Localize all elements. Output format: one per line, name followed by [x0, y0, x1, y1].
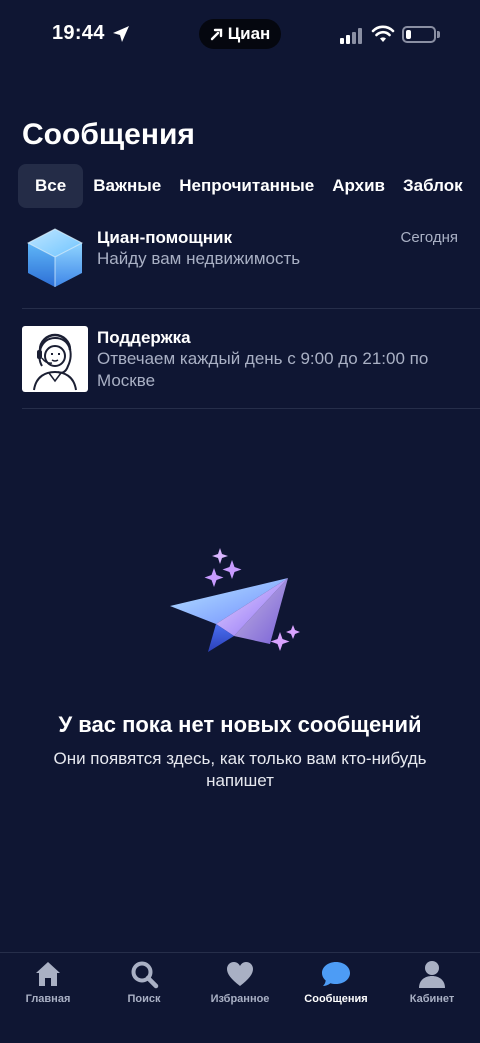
status-bar: 19:44 Циан [0, 0, 480, 70]
search-icon [131, 961, 159, 989]
home-icon [36, 962, 60, 986]
nav-label: Избранное [210, 993, 270, 1005]
location-arrow-icon [113, 26, 129, 42]
tab-important[interactable]: Важные [84, 164, 170, 208]
cellular-signal-icon [340, 28, 362, 44]
empty-state-subtitle: Они появятся здесь, как только вам кто-н… [53, 749, 427, 790]
chat-name: Поддержка [97, 328, 191, 347]
battery-icon [402, 26, 436, 43]
nav-search[interactable]: Поиск [96, 959, 192, 1005]
empty-state-title: У вас пока нет новых сообщений [58, 712, 422, 737]
chat-preview: Отвечаем каждый день с 9:00 до 21:00 по … [97, 349, 429, 390]
cian-app-pill[interactable]: Циан [199, 19, 281, 49]
divider [22, 308, 480, 309]
chat-bubble-icon [322, 962, 350, 986]
user-icon [419, 961, 445, 988]
nav-label: Главная [25, 993, 71, 1005]
tab-archive[interactable]: Архив [323, 164, 394, 208]
tab-unread[interactable]: Непрочитанные [170, 164, 323, 208]
tab-all[interactable]: Все [18, 164, 84, 208]
status-time: 19:44 [52, 22, 105, 44]
nav-label: Сообщения [304, 993, 368, 1005]
back-arrow-icon [210, 28, 222, 41]
heart-icon [227, 962, 253, 986]
nav-home[interactable]: Главная [0, 959, 96, 1005]
nav-label: Поиск [127, 993, 161, 1005]
battery-tip [437, 31, 440, 38]
wifi-icon [371, 25, 395, 42]
nav-messages[interactable]: Сообщения [288, 959, 384, 1005]
cube-icon [26, 228, 84, 287]
bottom-nav: Главная Поиск Избранное Сообщения Кабине… [0, 952, 480, 1043]
nav-label: Кабинет [409, 993, 455, 1005]
chat-item-support[interactable]: Поддержка Отвечаем каждый день с 9:00 до… [0, 320, 480, 420]
tab-blocked[interactable]: Заблок [394, 164, 472, 208]
nav-favorites[interactable]: Избранное [192, 959, 288, 1005]
page-title: Сообщения [22, 118, 195, 151]
chat-preview: Найду вам недвижимость [97, 249, 301, 268]
pill-label: Циан [227, 24, 271, 43]
divider [22, 408, 480, 409]
support-agent-icon [22, 326, 88, 392]
paper-plane-icon [170, 548, 300, 652]
chat-name: Циан-помощник [97, 228, 232, 247]
nav-account[interactable]: Кабинет [384, 959, 480, 1005]
chat-date: Сегодня [400, 229, 459, 246]
chat-item-cian-assistant[interactable]: Циан-помощник Найду вам недвижимость Сег… [0, 220, 480, 320]
filter-tabs: Все Важные Непрочитанные Архив Заблок [18, 164, 472, 208]
